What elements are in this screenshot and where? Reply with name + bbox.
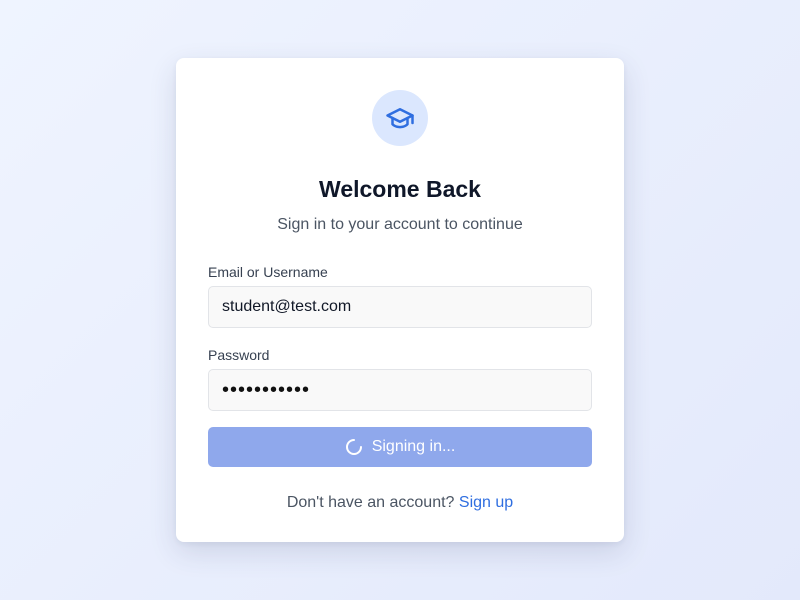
sign-in-button[interactable]: Signing in... <box>208 427 592 467</box>
password-label: Password <box>208 347 270 363</box>
sign-in-button-label: Signing in... <box>371 438 456 455</box>
logo-badge <box>372 90 428 146</box>
signup-prompt-text: Don't have an account? <box>286 494 455 511</box>
page-title: Welcome Back <box>319 176 481 202</box>
page-subtitle: Sign in to your account to continue <box>277 216 523 233</box>
password-value: ••••••••••• <box>222 378 311 401</box>
signup-prompt: Don't have an account? Sign up <box>208 493 592 513</box>
login-card: Welcome Back Sign in to your account to … <box>176 58 624 542</box>
loading-spinner-icon <box>345 438 363 456</box>
graduation-cap-icon <box>385 103 415 133</box>
sign-up-link[interactable]: Sign up <box>459 494 513 511</box>
password-field[interactable]: ••••••••••• <box>208 369 592 411</box>
email-field[interactable]: student@test.com <box>208 286 592 328</box>
email-label: Email or Username <box>208 264 328 280</box>
email-value: student@test.com <box>222 298 352 315</box>
